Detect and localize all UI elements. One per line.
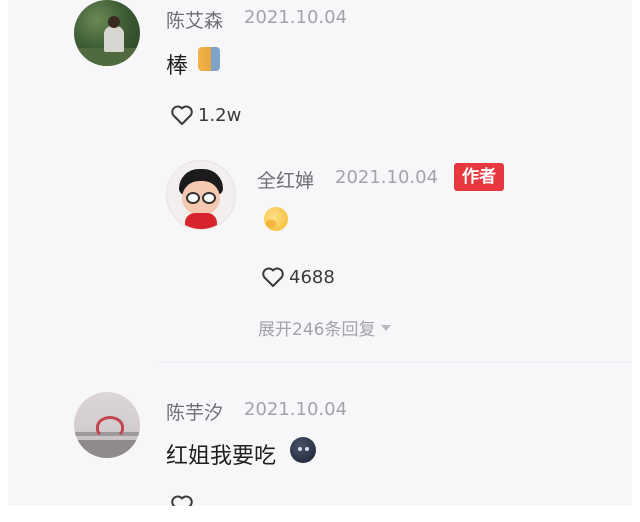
avatar-shirt [185, 213, 217, 229]
heart-outline-icon [171, 105, 193, 125]
like-button[interactable] [170, 494, 194, 506]
comment-date: 2021.10.04 [244, 399, 348, 420]
caret-down-icon [381, 324, 392, 331]
comment-text: 红姐我要吃 [166, 444, 277, 469]
avatar-photo-figure [104, 26, 124, 52]
thinking-face-emoji [264, 207, 288, 231]
cat-face-emoji [198, 47, 220, 71]
expand-replies-label: 展开246条回复 [258, 320, 376, 340]
avatar-photo-ground [74, 440, 140, 458]
avatar-chen-aisen[interactable] [74, 0, 140, 66]
avatar-eye-right [202, 192, 216, 204]
emoji-eye-right [305, 447, 309, 451]
reply-username[interactable]: 全红婵 [257, 166, 314, 193]
comment-divider [158, 362, 632, 363]
expand-replies-button[interactable]: 展开246条回复 [258, 315, 392, 340]
like-button[interactable]: 4688 [261, 266, 335, 288]
avatar-eye-left [186, 192, 200, 204]
heart-outline-icon [262, 267, 284, 287]
avatar-photo-head [108, 16, 120, 28]
like-button[interactable]: 1.2w [170, 104, 241, 126]
avatar-photo-heart [96, 416, 124, 438]
comment-page: 陈艾森 2021.10.04 棒 1.2w 全红婵 2021.10.04 作者 … [0, 0, 640, 522]
comments-list: 陈艾森 2021.10.04 棒 1.2w 全红婵 2021.10.04 作者 … [8, 0, 632, 506]
avatar-chen-yuxi[interactable] [74, 392, 140, 458]
avatar-quan-hongchan[interactable] [166, 160, 236, 230]
comment-text: 棒 [166, 54, 189, 79]
comment-username[interactable]: 陈艾森 [166, 6, 223, 33]
dark-blob-emoji [290, 437, 316, 463]
comment-date: 2021.10.04 [244, 7, 348, 28]
emoji-eye-left [298, 447, 302, 451]
like-count: 4688 [289, 266, 335, 288]
heart-outline-icon [171, 495, 193, 506]
author-badge: 作者 [454, 163, 504, 191]
comment-username[interactable]: 陈芋汐 [166, 398, 223, 425]
like-count: 1.2w [198, 104, 242, 126]
reply-date: 2021.10.04 [335, 167, 439, 188]
